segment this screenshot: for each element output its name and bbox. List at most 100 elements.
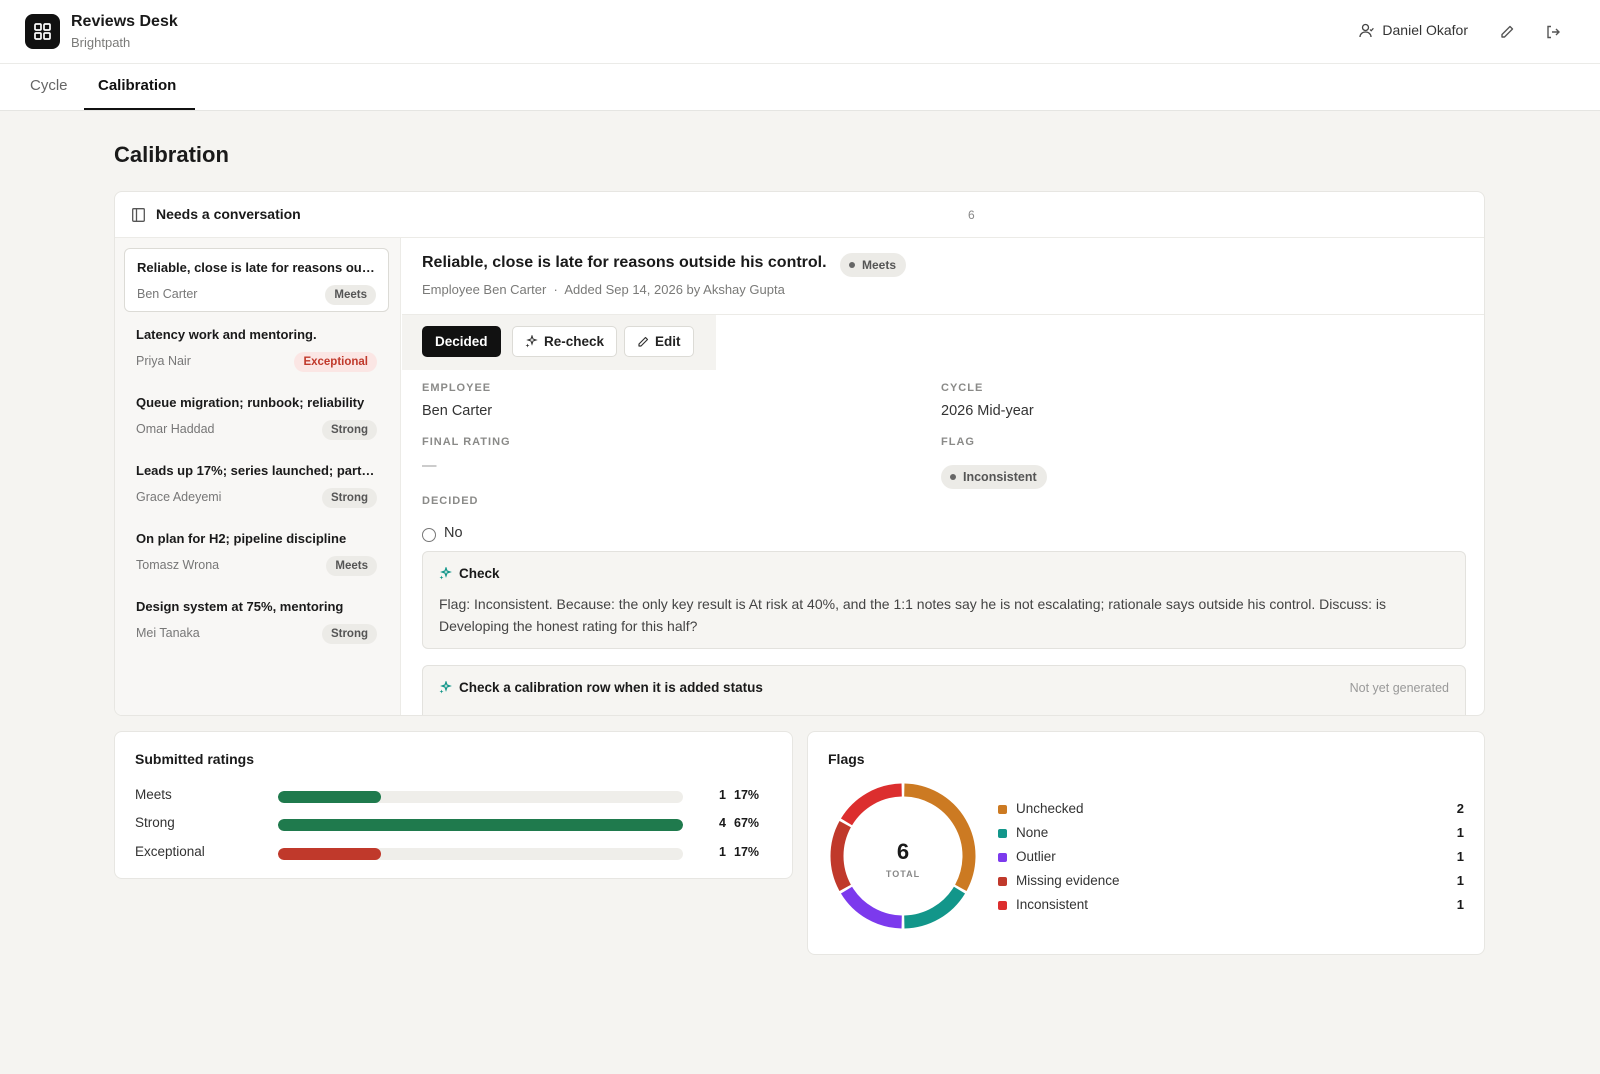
legend-value: 2 (1456, 801, 1464, 816)
legend-label: Inconsistent (1016, 897, 1089, 912)
item-employee: Omar Haddad (136, 422, 215, 436)
legend-item: Outlier 1 (998, 849, 1464, 867)
rating-bar-track (278, 791, 683, 803)
ratings-title: Submitted ratings (135, 751, 255, 767)
recheck-label: Re-check (544, 334, 605, 349)
sparkle-icon (439, 567, 452, 580)
check-title: Check (459, 566, 500, 581)
action-bar: Decided Re-check Edit (402, 315, 716, 370)
legend-value: 1 (1456, 825, 1464, 840)
rating-count: 1 (719, 788, 726, 802)
final-rating-value: — (422, 458, 437, 474)
donut-total-caption: TOTAL (885, 869, 921, 879)
sparkle-icon (525, 335, 538, 348)
list-item[interactable]: Latency work and mentoring. Priya Nair E… (124, 316, 389, 380)
edit-profile-button[interactable] (1496, 21, 1518, 43)
flag-value: Inconsistent (963, 470, 1037, 484)
app-logo[interactable] (25, 14, 60, 49)
rating-label: Strong (135, 815, 175, 830)
decided-button[interactable]: Decided (422, 326, 501, 357)
rating-bar-track (278, 848, 683, 860)
legend-item: Missing evidence 1 (998, 873, 1464, 891)
sparkle-icon (439, 681, 452, 694)
rating-row: Exceptional 1 17% (135, 844, 775, 862)
cycle-label: CYCLE (941, 382, 984, 394)
rating-badge: Meets (326, 556, 377, 576)
legend-swatch (998, 853, 1007, 862)
pencil-icon (638, 336, 649, 347)
donut-slice-inconsistent (840, 783, 903, 826)
calibration-panel: Needs a conversation 6 Reliable, close i… (114, 191, 1485, 716)
rating-bar-track (278, 819, 683, 831)
legend-label: Unchecked (1016, 801, 1084, 816)
list-item[interactable]: Leads up 17%; series launched; partner G… (124, 452, 389, 516)
flag-badge: Inconsistent (941, 465, 1047, 489)
legend-swatch (998, 901, 1007, 910)
rating-percent: 67% (734, 816, 760, 830)
flags-card: Flags 6 TOTAL Unchecked 2 None 1 Outlier… (807, 731, 1485, 955)
rating-percent: 17% (734, 788, 760, 802)
item-title: Design system at 75%, mentoring (136, 599, 344, 614)
rating-bar (278, 819, 683, 831)
panel-count: 6 (968, 208, 975, 222)
check-row-status: Not yet generated (1349, 681, 1449, 695)
legend-label: Missing evidence (1016, 873, 1120, 888)
user-menu[interactable]: Daniel Okafor (1359, 22, 1468, 38)
meta-employee: Employee Ben Carter (422, 282, 547, 297)
status-dot (849, 262, 855, 268)
tab-bar: Cycle Calibration (0, 64, 1600, 111)
item-employee: Priya Nair (136, 354, 191, 368)
edit-label: Edit (655, 334, 681, 349)
user-icon (1359, 23, 1375, 37)
donut-total: 6 (896, 839, 910, 864)
item-employee: Tomasz Wrona (136, 558, 220, 572)
rating-count: 1 (719, 845, 726, 859)
panel-title: Needs a conversation (156, 206, 301, 222)
app-subtitle: Brightpath (71, 35, 131, 50)
flags-title: Flags (828, 751, 865, 767)
item-employee: Ben Carter (137, 287, 198, 301)
rating-row: Strong 4 67% (135, 815, 775, 833)
decided-radio[interactable] (422, 528, 436, 542)
legend-value: 1 (1456, 849, 1464, 864)
rating-badge: Meets (325, 285, 376, 305)
item-title: Queue migration; runbook; reliability (136, 395, 365, 410)
legend-item: None 1 (998, 825, 1464, 843)
tab-cycle[interactable]: Cycle (30, 77, 68, 94)
cycle-value: 2026 Mid-year (941, 403, 1034, 419)
recheck-button[interactable]: Re-check (512, 326, 618, 357)
panel-header[interactable]: Needs a conversation 6 (115, 192, 1484, 238)
decided-value: No (444, 525, 463, 541)
pencil-icon (1501, 25, 1514, 38)
rating-row: Meets 1 17% (135, 787, 775, 805)
list-item[interactable]: Queue migration; runbook; reliability Om… (124, 384, 389, 448)
list-item[interactable]: Reliable, close is late for reasons outs… (124, 248, 389, 312)
list-item[interactable]: On plan for H2; pipeline discipline Toma… (124, 520, 389, 584)
check-card: Check Flag: Inconsistent. Because: the o… (422, 551, 1466, 649)
user-name: Daniel Okafor (1382, 22, 1468, 38)
legend-label: None (1016, 825, 1049, 840)
rating-bar (278, 848, 381, 860)
submitted-ratings-card: Submitted ratings Meets 1 17% Strong 4 6… (114, 731, 793, 879)
check-row-card[interactable]: Check a calibration row when it is added… (422, 665, 1466, 715)
rating-bar (278, 791, 381, 803)
logout-icon (1547, 25, 1560, 39)
meta-separator: · (553, 282, 558, 297)
list-item[interactable]: Design system at 75%, mentoring Mei Tana… (124, 588, 389, 652)
edit-button[interactable]: Edit (624, 326, 694, 357)
logout-button[interactable] (1542, 21, 1564, 43)
detail-rating-badge: Meets (840, 253, 907, 277)
detail-pane: Reliable, close is late for reasons outs… (402, 238, 1484, 715)
legend-label: Outlier (1016, 849, 1056, 864)
donut-slice-none (903, 886, 966, 929)
item-title: Reliable, close is late for reasons outs… (137, 260, 377, 275)
rating-badge: Strong (321, 488, 377, 508)
panel-toggle-icon (132, 208, 145, 222)
status-dot (950, 474, 956, 480)
meta-added: Added Sep 14, 2026 by Akshay Gupta (564, 282, 785, 297)
tab-calibration[interactable]: Calibration (98, 77, 176, 94)
check-text: Flag: Inconsistent. Because: the only ke… (439, 596, 1387, 634)
rating-badge: Strong (321, 624, 377, 644)
item-title: On plan for H2; pipeline discipline (136, 531, 347, 546)
donut-slice-missing-evidence (830, 821, 852, 891)
